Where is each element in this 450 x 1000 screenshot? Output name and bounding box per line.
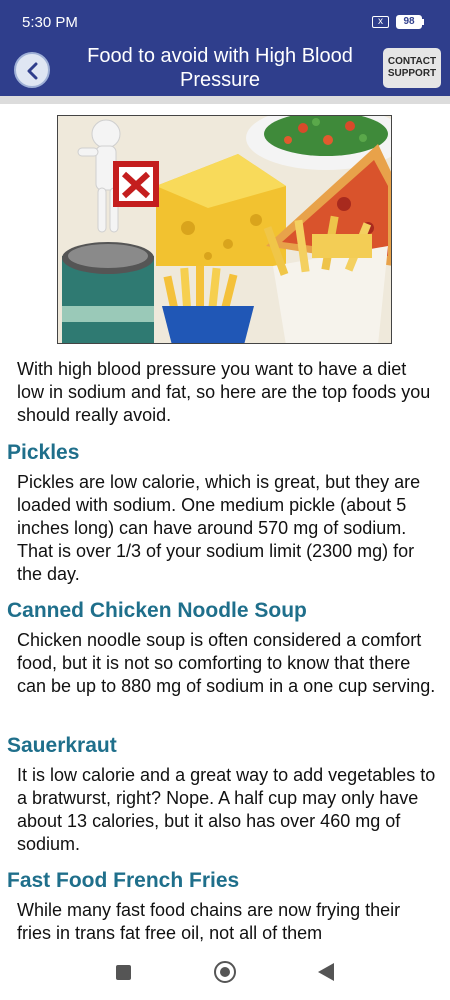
system-nav-bar bbox=[0, 945, 450, 1000]
app-bar: Food to avoid with High Blood Pressure C… bbox=[0, 40, 450, 96]
intro-paragraph: With high blood pressure you want to hav… bbox=[17, 359, 431, 425]
section-body-soup: Chicken noodle soup is often considered … bbox=[17, 630, 436, 696]
back-button[interactable] bbox=[14, 52, 50, 88]
no-sim-icon: x bbox=[372, 16, 389, 28]
recents-icon[interactable] bbox=[116, 965, 131, 980]
status-bar: 5:30 PM x 98 bbox=[0, 0, 450, 40]
home-icon[interactable] bbox=[214, 961, 236, 983]
section-heading-pickles: Pickles bbox=[7, 441, 80, 464]
contact-support-button[interactable]: CONTACT SUPPORT bbox=[383, 48, 441, 88]
junk-food-illustration bbox=[58, 116, 391, 343]
battery-tip bbox=[422, 19, 424, 25]
section-heading-sauerkraut: Sauerkraut bbox=[7, 734, 117, 757]
section-body-sauerkraut: It is low calorie and a great way to add… bbox=[17, 765, 436, 854]
hero-image bbox=[57, 115, 392, 344]
battery-icon: 98 bbox=[396, 15, 422, 29]
section-heading-fries: Fast Food French Fries bbox=[7, 869, 240, 892]
section-heading-soup: Canned Chicken Noodle Soup bbox=[7, 599, 307, 622]
section-body-pickles: Pickles are low calorie, which is great,… bbox=[17, 472, 421, 584]
back-icon[interactable] bbox=[318, 963, 334, 981]
chevron-left-icon bbox=[27, 62, 38, 80]
page-title: Food to avoid with High Blood Pressure bbox=[87, 45, 353, 91]
status-time: 5:30 PM bbox=[22, 14, 78, 31]
section-body-fries: While many fast food chains are now fryi… bbox=[17, 900, 401, 943]
appbar-divider bbox=[0, 96, 450, 104]
